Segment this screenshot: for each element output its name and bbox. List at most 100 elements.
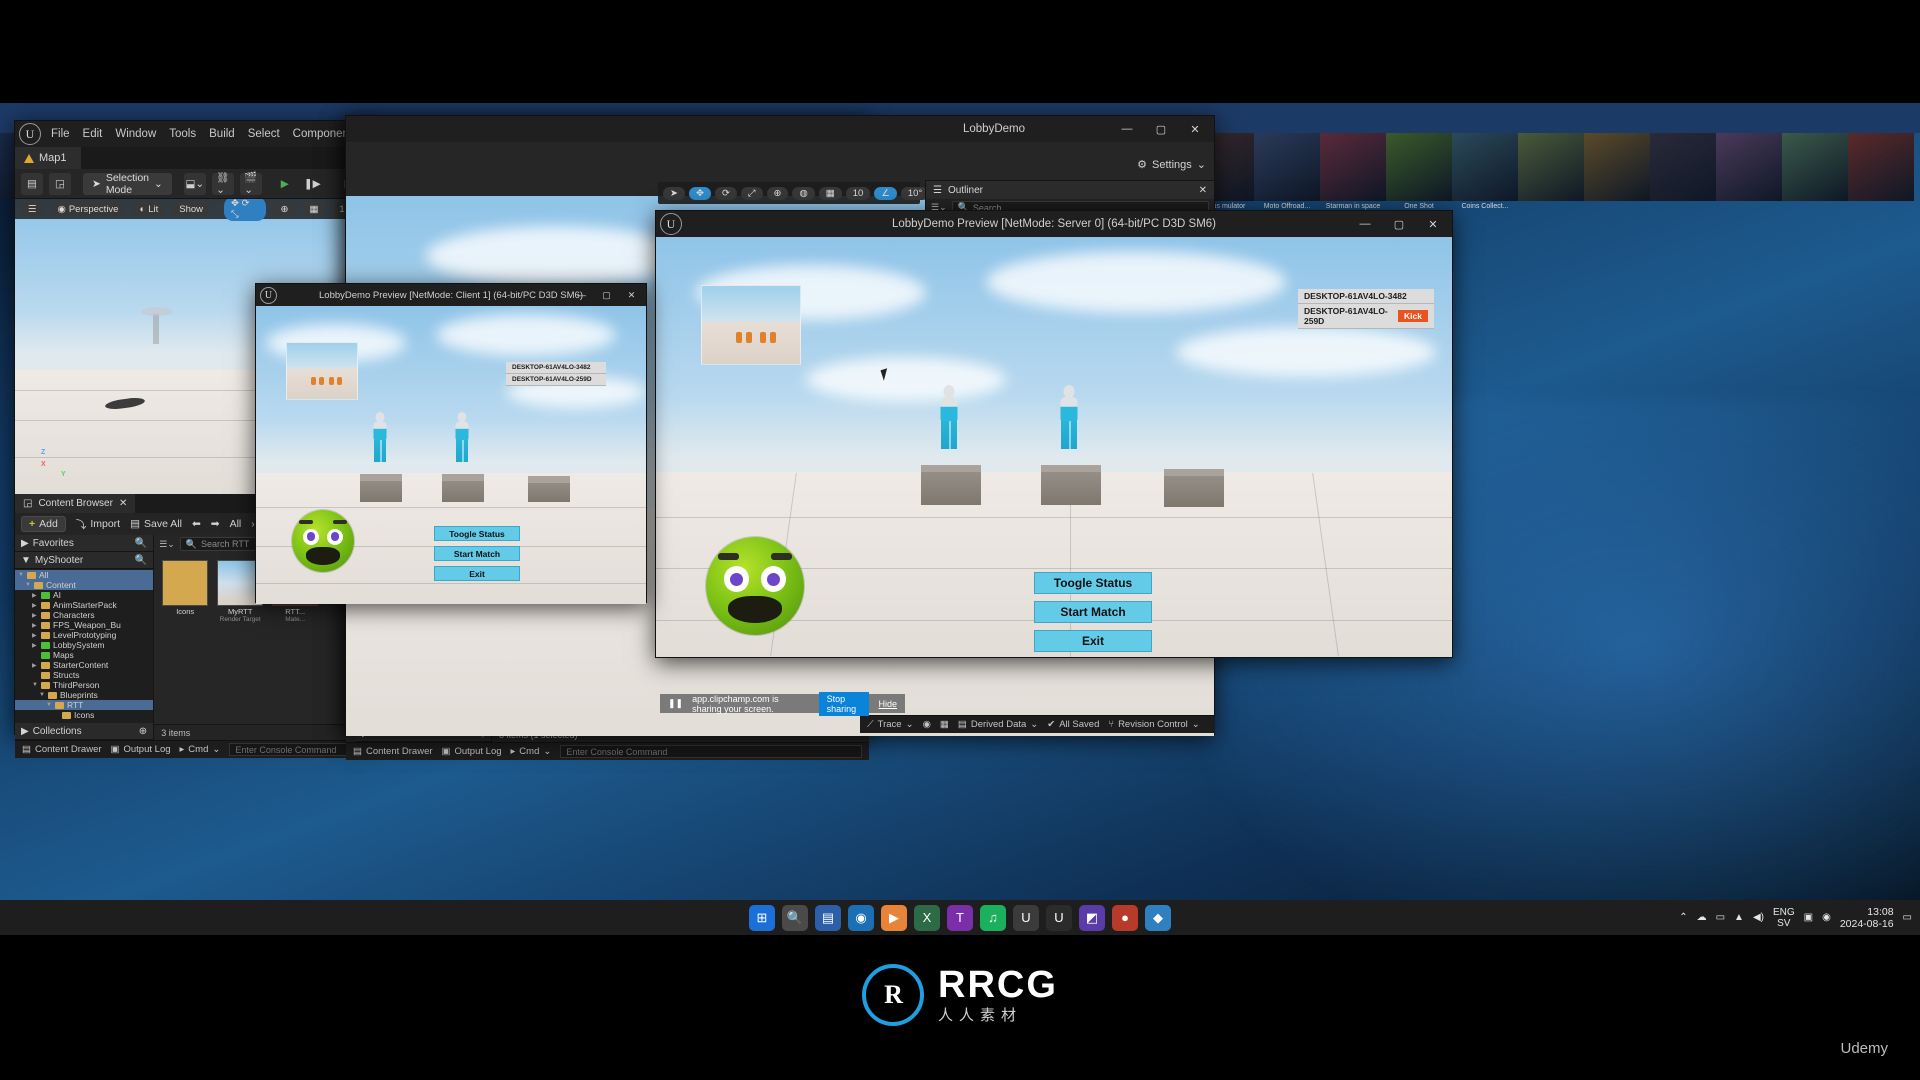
save-all-button[interactable]: ▤ Save All	[130, 518, 182, 530]
pie-client-window-controls[interactable]: — ▢ ✕	[569, 285, 644, 305]
tree-item[interactable]: Icons	[15, 710, 153, 720]
content-drawer-button[interactable]: ▤ Content Drawer	[22, 744, 102, 755]
menu-item-build[interactable]: Build	[209, 128, 235, 140]
tree-item[interactable]: ▼ Content	[15, 580, 154, 590]
import-button[interactable]: ⤵ Import	[76, 517, 120, 532]
play-controls[interactable]: ▶ ❚▶	[274, 173, 326, 195]
viewport-menu-icon[interactable]: ☰	[21, 202, 44, 216]
tree-item[interactable]: ▶ FPS_Weapon_Bu	[15, 620, 153, 630]
tree-item[interactable]: ▶ Characters	[15, 610, 153, 620]
tree-item[interactable]: ▼ Blueprints	[15, 690, 153, 700]
tree-item[interactable]: ▶ AI	[15, 590, 153, 600]
world-coord-icon[interactable]: ⊕	[273, 202, 296, 216]
lobby-button-toogle-status[interactable]: Toogle Status	[1034, 572, 1152, 594]
filter-icon[interactable]: ☰⌄	[159, 539, 175, 550]
minimize-button[interactable]: —	[1110, 117, 1144, 141]
hide-sharing-button[interactable]: Hide	[878, 699, 897, 709]
pie-client-titlebar[interactable]: U LobbyDemo Preview [NetMode: Client 1] …	[256, 284, 646, 306]
search-icon[interactable]: 🔍	[782, 904, 808, 931]
editor-mid-statusbar[interactable]: ▤ Content Drawer ▣ Output Log ▸ Cmd ⌄ En…	[346, 742, 869, 760]
editor-left-titlebar[interactable]: U File Edit Window Tools Build Select Componen…	[15, 121, 389, 147]
tray-expand-icon[interactable]: ⌃	[1679, 912, 1687, 923]
minimize-button[interactable]: —	[569, 285, 594, 305]
screen-sharing-bar[interactable]: ❚❚ app.clipchamp.com is sharing your scr…	[660, 691, 905, 716]
menu-item-file[interactable]: File	[51, 128, 70, 140]
pie-server-viewport[interactable]: Map DESKTOP-61AV4LO-3482DESKTOP-61AV4LO-…	[656, 237, 1452, 657]
show-dropdown[interactable]: Show	[172, 202, 211, 216]
menu-item-component[interactable]: Component	[293, 128, 352, 140]
editor-left-menubar[interactable]: FileEditWindowToolsBuildSelectComponentH…	[51, 128, 389, 140]
tree-expand-icon[interactable]: ▶	[32, 662, 38, 669]
nav-forward-icon[interactable]: ➡	[211, 518, 220, 530]
lobby-buttons-client[interactable]: Toogle Status Start Match Exit	[434, 526, 520, 581]
close-icon[interactable]: ✕	[1199, 185, 1207, 196]
editor-left-tabrow[interactable]: Map1	[15, 147, 363, 169]
add-collection-icon[interactable]: ⊕	[139, 726, 147, 737]
close-button[interactable]: ✕	[619, 285, 644, 305]
search-icon[interactable]: 🔍	[135, 555, 147, 566]
teams-icon[interactable]: T	[947, 904, 973, 931]
settings-button[interactable]: ⚙ Settings ⌄	[1137, 158, 1206, 172]
outliner-tab[interactable]: ☰ Outliner ✕	[926, 181, 1214, 199]
breadcrumb-all[interactable]: All	[230, 518, 242, 530]
asset-tile[interactable]: Icons	[162, 560, 209, 717]
search-icon[interactable]: 🔍	[135, 538, 147, 549]
notifications-icon[interactable]: ▭	[1903, 912, 1912, 923]
output-log-button[interactable]: ▣ Output Log	[111, 744, 171, 755]
tree-expand-icon[interactable]: ▼	[39, 692, 45, 698]
snap-grid-icon[interactable]: ▦	[302, 202, 326, 216]
tree-item[interactable]: ▶ AnimStarterPack	[15, 600, 153, 610]
network-icon[interactable]: ◉	[923, 719, 931, 730]
browser-tab-thumbnail[interactable]	[1782, 133, 1848, 225]
editor-left-statusbar[interactable]: ▤ Content Drawer ▣ Output Log ▸ Cmd ⌄ En…	[15, 740, 363, 758]
browser-tab-thumbnail[interactable]	[1518, 133, 1584, 225]
taskbar-tray[interactable]: ⌃ ☁ ▭ ▲ ◀) ENG SV ▣ ◉ 13:08 2024-08-16 ▭	[1679, 906, 1912, 930]
tree-expand-icon[interactable]: ▼	[25, 582, 31, 588]
tree-item[interactable]: Structs	[15, 670, 153, 680]
browser-tab-thumbnail[interactable]	[1716, 133, 1782, 225]
blueprint-icon[interactable]: ⛓⌄	[211, 172, 234, 196]
perspective-dropdown[interactable]: ◉ Perspective	[50, 202, 126, 216]
grid-snap-toggle[interactable]: ▦	[818, 186, 842, 200]
content-tree-left[interactable]: ▼ All ▼ Content ▶ AI ▶ AnimStarterPack ▶ Characte…	[15, 569, 154, 723]
menu-item-tools[interactable]: Tools	[169, 128, 196, 140]
tree-item[interactable]: ▶ LevelPrototyping	[15, 630, 153, 640]
cinematics-icon[interactable]: 🎬⌄	[239, 172, 262, 196]
menu-item-edit[interactable]: Edit	[83, 128, 103, 140]
pie-server-titlebar[interactable]: U LobbyDemo Preview [NetMode: Server 0] …	[656, 211, 1452, 237]
taskbar-icons[interactable]: ⊞ 🔍 ▤ ◉ ▶ X T ♫ U U ◩ ● ◆	[749, 904, 1171, 931]
tree-expand-icon[interactable]: ▼	[46, 702, 52, 708]
project-section[interactable]: ▼ MyShooter 🔍	[15, 552, 154, 569]
lobby-button-exit[interactable]: Exit	[1034, 630, 1152, 652]
play-icon[interactable]: ▶	[274, 173, 296, 195]
collections-section[interactable]: ▶ Collections ⊕	[15, 723, 154, 740]
world-space-icon[interactable]: ⊕	[766, 186, 789, 200]
tree-item[interactable]: ▼ All	[15, 570, 154, 580]
tree-expand-icon[interactable]: ▶	[32, 592, 38, 599]
rotate-tool-icon[interactable]: ⟳	[714, 186, 737, 200]
editor-main-titlebar[interactable]: LobbyDemo — ▢ ✕	[346, 116, 1214, 142]
save-icon[interactable]: ▤	[21, 172, 43, 195]
scale-tool-icon[interactable]: ⤢	[740, 186, 763, 200]
content-browser-left-tree-panel[interactable]: ▶ Favorites 🔍 ▼ MyShooter 🔍 ▼ All ▼ Content…	[15, 535, 155, 740]
editor-left-toolbar[interactable]: ▤ ◲ ➤ Selection Mode ⌄ ⬓⌄ ⛓⌄ 🎬⌄ ▶ ❚▶ ▣ ⚙	[15, 169, 381, 199]
minimize-button[interactable]: —	[1348, 212, 1382, 236]
tree-expand-icon[interactable]: ▼	[18, 572, 24, 578]
lit-dropdown[interactable]: ◐ Lit	[132, 202, 166, 216]
vscode-icon[interactable]: ◩	[1079, 904, 1105, 931]
unreal-project-icon[interactable]: U	[1046, 904, 1072, 931]
spotify-icon[interactable]: ♫	[980, 904, 1006, 931]
screen-share-tray-icon[interactable]: ▣	[1804, 912, 1813, 923]
all-saved-button[interactable]: ✔ All Saved	[1047, 719, 1099, 730]
nav-back-icon[interactable]: ⬅	[192, 518, 201, 530]
angle-snap-icon[interactable]: ∠	[874, 186, 897, 200]
tree-expand-icon[interactable]: ▼	[32, 682, 38, 688]
browser-tab-thumbnail[interactable]	[1848, 133, 1914, 225]
lobby-button-toogle-status[interactable]: Toogle Status	[434, 526, 520, 541]
close-icon[interactable]: ✕	[119, 498, 127, 509]
maximize-button[interactable]: ▢	[594, 285, 619, 305]
app2-icon[interactable]: ◆	[1145, 904, 1171, 931]
tree-expand-icon[interactable]: ▶	[32, 632, 38, 639]
windows-taskbar[interactable]: ⊞ 🔍 ▤ ◉ ▶ X T ♫ U U ◩ ● ◆ ⌃ ☁ ▭ ▲ ◀) ENG…	[0, 900, 1920, 935]
viewport-left-overlay-bar[interactable]: ☰ ◉ Perspective ◐ Lit Show ✥ ⟳ ⤡ ⊕ ▦ 10	[15, 199, 363, 221]
